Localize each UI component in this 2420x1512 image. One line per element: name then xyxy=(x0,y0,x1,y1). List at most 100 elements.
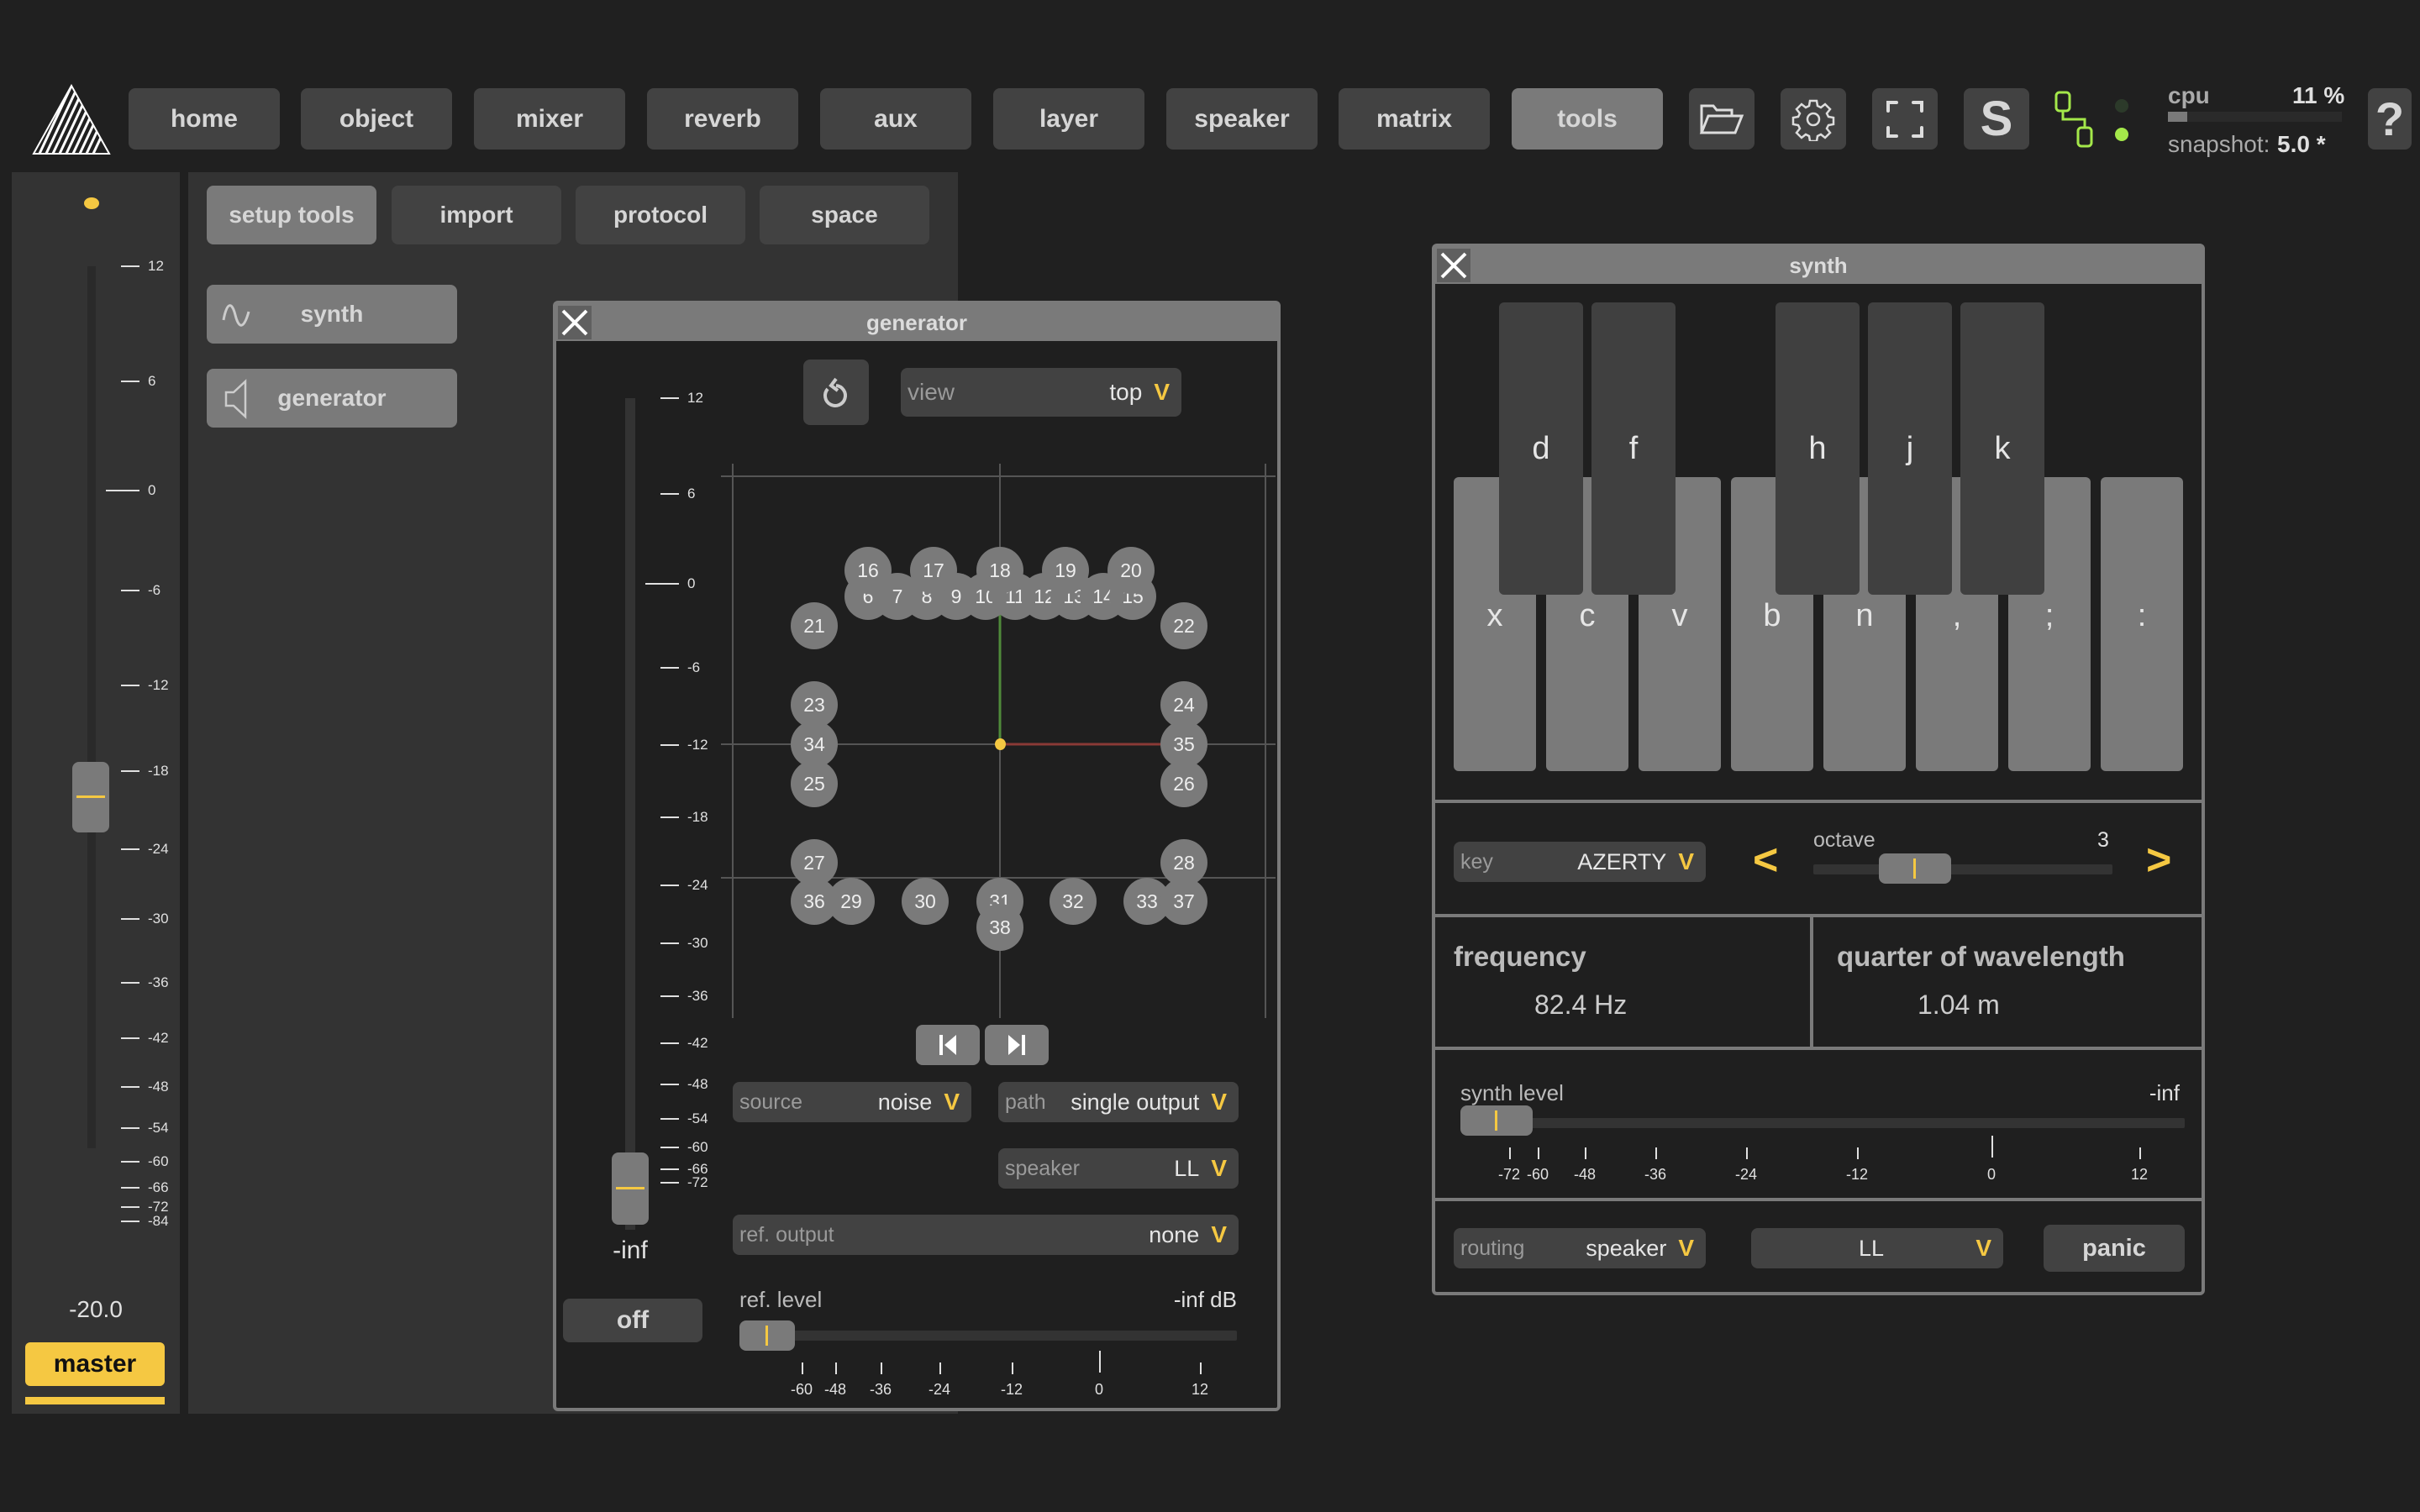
panic-button[interactable]: panic xyxy=(2044,1225,2185,1272)
generator-title: generator xyxy=(556,304,1277,341)
speaker-view[interactable]: 6 7 8 9 10 11 12 13 14 15 16 17 18 19 20 21 22 23 24 25 26 27… xyxy=(721,464,1276,1018)
generator-reset-button[interactable] xyxy=(803,360,869,425)
speaker-node[interactable]: 34 xyxy=(791,721,838,768)
nav-mixer[interactable]: mixer xyxy=(474,88,625,150)
chevron-down-icon: V xyxy=(1678,848,1694,874)
open-folder-button[interactable] xyxy=(1689,88,1754,150)
close-icon xyxy=(561,309,588,336)
close-icon xyxy=(1440,252,1467,279)
master-button[interactable]: master xyxy=(25,1342,165,1386)
piano-black-key[interactable]: f xyxy=(1591,302,1676,595)
speaker-dropdown[interactable]: speaker LL V xyxy=(998,1148,1239,1189)
nav-layer[interactable]: layer xyxy=(993,88,1144,150)
scale-tick: -84 xyxy=(121,1213,169,1230)
s-button[interactable]: S xyxy=(1964,88,2029,150)
nav-aux[interactable]: aux xyxy=(820,88,971,150)
nav-matrix[interactable]: matrix xyxy=(1339,88,1490,150)
view-dropdown[interactable]: view top V xyxy=(901,368,1181,417)
speaker-node[interactable]: 21 xyxy=(791,602,838,649)
synth-close-button[interactable] xyxy=(1437,249,1470,282)
scale-label: -12 xyxy=(1000,1381,1023,1398)
tab-protocol[interactable]: protocol xyxy=(576,186,745,244)
piano-black-key[interactable]: k xyxy=(1960,302,2044,595)
speaker-node[interactable]: 35 xyxy=(1160,721,1207,768)
path-dropdown[interactable]: path single output V xyxy=(998,1082,1239,1122)
synth-level-label: synth level xyxy=(1460,1080,1564,1105)
ref-level-handle[interactable] xyxy=(739,1320,795,1351)
scale-label: 12 xyxy=(2130,1166,2149,1183)
ref-level-track[interactable] xyxy=(739,1331,1237,1341)
piano-black-key[interactable]: h xyxy=(1776,302,1860,595)
sine-wave-icon xyxy=(222,304,250,327)
master-fader-track[interactable] xyxy=(87,266,96,1148)
generator-off-button[interactable]: off xyxy=(563,1299,702,1342)
settings-button[interactable] xyxy=(1781,88,1846,150)
next-speaker-button[interactable] xyxy=(985,1025,1049,1065)
octave-down-button[interactable]: < xyxy=(1753,835,1778,885)
nav-reverb[interactable]: reverb xyxy=(647,88,798,150)
synth-level-track[interactable] xyxy=(1460,1118,2185,1128)
tab-setup-tools[interactable]: setup tools xyxy=(207,186,376,244)
fullscreen-button[interactable] xyxy=(1872,88,1938,150)
keyboard-layout-dropdown[interactable]: key AZERTY V xyxy=(1454,842,1706,882)
octave-label: octave xyxy=(1813,828,1876,852)
speaker-node[interactable]: 19 xyxy=(1042,547,1089,594)
generator-fader-handle[interactable] xyxy=(612,1152,649,1225)
generator-fader-track[interactable] xyxy=(625,398,635,1230)
octave-up-button[interactable]: > xyxy=(2146,835,2171,885)
piano-black-key[interactable]: j xyxy=(1868,302,1952,595)
piano-black-key[interactable]: d xyxy=(1499,302,1583,595)
source-dropdown[interactable]: source noise V xyxy=(733,1082,971,1122)
piano-white-key[interactable]: : xyxy=(2101,477,2183,771)
synth-level-scale: -72 -60 -48 -36 -24 -12 0 12 xyxy=(1460,1136,2185,1191)
speaker-node[interactable]: 16 xyxy=(844,547,892,594)
previous-speaker-button[interactable] xyxy=(916,1025,980,1065)
scale-label: 12 xyxy=(1191,1381,1209,1398)
nav-speaker[interactable]: speaker xyxy=(1166,88,1318,150)
synth-tool-button[interactable]: synth xyxy=(207,285,457,344)
frequency-value: 82.4 Hz xyxy=(1534,990,1628,1020)
view-value: top xyxy=(1109,379,1143,405)
speaker-node[interactable]: 17 xyxy=(910,547,957,594)
scale-tick xyxy=(835,1362,837,1374)
help-button[interactable]: ? xyxy=(2368,88,2412,150)
speaker-node[interactable]: 36 xyxy=(791,878,838,925)
synth-title: synth xyxy=(1435,247,2202,284)
listener-position[interactable] xyxy=(995,738,1006,750)
nav-tools[interactable]: tools xyxy=(1512,88,1663,150)
scale-tick xyxy=(1655,1147,1657,1159)
speaker-node[interactable]: 20 xyxy=(1107,547,1155,594)
speaker-node[interactable]: 18 xyxy=(976,547,1023,594)
app-logo xyxy=(32,83,111,155)
scale-tick: -12 xyxy=(660,737,708,753)
generator-close-button[interactable] xyxy=(558,306,592,339)
tab-space[interactable]: space xyxy=(760,186,929,244)
routing-dropdown[interactable]: routing speaker V xyxy=(1454,1228,1706,1268)
speaker-node[interactable]: 22 xyxy=(1160,602,1207,649)
chevron-down-icon: V xyxy=(1211,1221,1227,1247)
speaker-node[interactable]: 38 xyxy=(976,904,1023,951)
speaker-node[interactable]: 32 xyxy=(1050,878,1097,925)
octave-track[interactable] xyxy=(1813,864,2112,874)
generator-tool-label: generator xyxy=(277,385,387,411)
synth-level-handle[interactable] xyxy=(1460,1105,1533,1136)
scale-tick xyxy=(1012,1362,1013,1374)
scale-tick: -18 xyxy=(121,763,169,780)
nav-object[interactable]: object xyxy=(301,88,452,150)
tab-import[interactable]: import xyxy=(392,186,561,244)
scale-label: -12 xyxy=(1845,1166,1869,1183)
speaker-node[interactable]: 30 xyxy=(902,878,949,925)
scale-tick xyxy=(2139,1147,2141,1159)
scale-tick: -6 xyxy=(121,582,160,599)
speaker-node[interactable]: 37 xyxy=(1160,878,1207,925)
ref-output-dropdown[interactable]: ref. output none V xyxy=(733,1215,1239,1255)
speaker-value: LL xyxy=(1174,1155,1200,1181)
synth-output-dropdown[interactable]: LL V xyxy=(1751,1228,2003,1268)
scale-tick xyxy=(1538,1147,1539,1159)
frequency-label: frequency xyxy=(1454,941,1586,972)
master-fader-handle[interactable] xyxy=(72,762,109,832)
routing-label: routing xyxy=(1460,1236,1525,1260)
octave-handle[interactable] xyxy=(1879,853,1951,884)
nav-home[interactable]: home xyxy=(129,88,280,150)
generator-tool-button[interactable]: generator xyxy=(207,369,457,428)
